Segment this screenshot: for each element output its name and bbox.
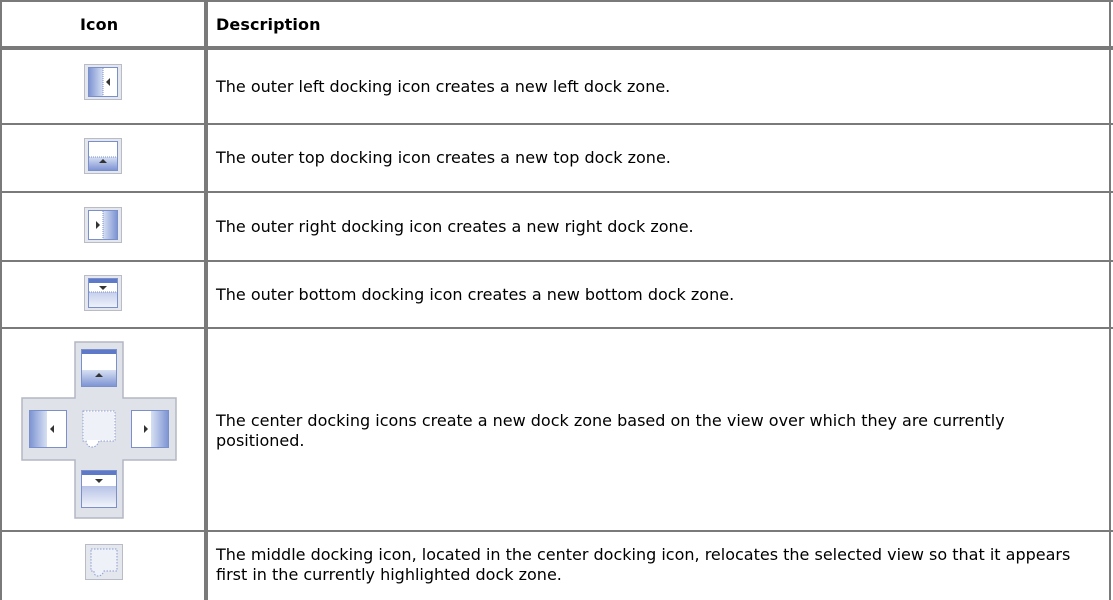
row-divider [0, 260, 1113, 262]
header-icon-label: Icon [80, 15, 119, 34]
outer-right-dock-icon [84, 207, 122, 243]
row-description: The outer left docking icon creates a ne… [216, 77, 671, 96]
row-divider [0, 530, 1113, 532]
row-description: The outer top docking icon creates a new… [216, 148, 671, 167]
outer-top-dock-icon [84, 138, 122, 174]
header-divider-2 [0, 48, 1113, 50]
row-divider [0, 327, 1113, 329]
header-description-label: Description [216, 15, 321, 34]
row-description: The outer bottom docking icon creates a … [216, 285, 735, 304]
row-description: The middle docking icon, located in the … [216, 545, 1071, 584]
row-divider [0, 123, 1113, 125]
row-description: The outer right docking icon creates a n… [216, 217, 694, 236]
middle-dock-icon [85, 544, 123, 580]
table-border-left [0, 0, 2, 600]
table-border-top [0, 0, 1113, 2]
outer-bottom-dock-icon [84, 275, 122, 311]
outer-left-dock-icon [84, 64, 122, 100]
table-border-right [1109, 0, 1111, 600]
row-description: The center docking icons create a new do… [216, 411, 1005, 450]
center-dock-icons [20, 340, 178, 520]
column-divider-2 [206, 0, 208, 600]
row-divider [0, 191, 1113, 193]
